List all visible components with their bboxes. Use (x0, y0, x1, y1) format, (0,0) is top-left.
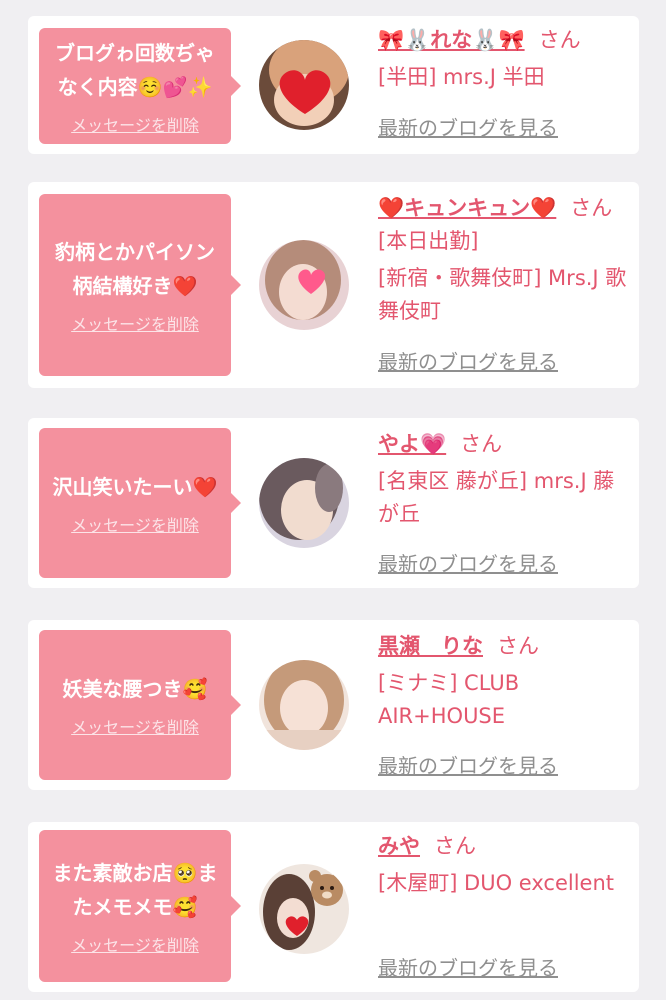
delete-message-link[interactable]: メッセージを削除 (71, 512, 199, 536)
avatar[interactable] (259, 240, 349, 330)
message-text: ブログゎ回数ぢゃなく内容☺️💕✨ (55, 41, 215, 99)
honorific: さん (538, 28, 581, 52)
latest-blog-link[interactable]: 最新のブログを見る (378, 750, 558, 779)
honorific: さん (497, 634, 539, 658)
message-card: 沢山笑いたーい❤️ メッセージを削除 やよ💗 さん [名東区 藤が丘] mrs.J… (28, 418, 639, 588)
latest-blog-link[interactable]: 最新のブログを見る (378, 952, 558, 981)
avatar[interactable] (259, 40, 349, 130)
profile-info: ❤️キュンキュン❤️ さん[本日出勤] [新宿・歌舞伎町] Mrs.J 歌舞伎町 (378, 192, 630, 328)
shop-info: [半田] mrs.J 半田 (378, 65, 545, 89)
message-text: 豹柄とかパイソン柄結構好き❤️ (55, 240, 215, 298)
message-bubble: 沢山笑いたーい❤️ メッセージを削除 (39, 428, 241, 578)
portrait-photo-icon (259, 660, 349, 750)
avatar[interactable] (259, 864, 349, 954)
shop-info: [新宿・歌舞伎町] Mrs.J 歌舞伎町 (378, 266, 627, 323)
profile-info: やよ💗 さん [名東区 藤が丘] mrs.J 藤が丘 (378, 428, 630, 531)
message-card: ブログゎ回数ぢゃなく内容☺️💕✨ メッセージを削除 🎀🐰れな🐰🎀 さん [半田] … (28, 16, 639, 154)
message-card: また素敵お店🥺またメモメモ🥰 メッセージを削除 みや さん [木屋町] DUO e… (28, 822, 639, 992)
heart-emoji-photo-icon (259, 240, 349, 330)
profile-info: みや さん [木屋町] DUO excellent (378, 830, 630, 900)
cast-name-link[interactable]: みや (378, 834, 420, 858)
delete-message-link[interactable]: メッセージを削除 (71, 311, 199, 335)
message-card: 豹柄とかパイソン柄結構好き❤️ メッセージを削除 ❤️キュンキュン❤️ さん[本日… (28, 182, 639, 388)
heart-emoji-photo-icon (259, 40, 349, 130)
delete-message-link[interactable]: メッセージを削除 (71, 932, 199, 956)
avatar[interactable] (259, 660, 349, 750)
honorific: さん (434, 834, 476, 858)
latest-blog-link[interactable]: 最新のブログを見る (378, 112, 558, 141)
message-text: また素敵お店🥺またメモメモ🥰 (52, 861, 218, 919)
message-bubble: また素敵お店🥺またメモメモ🥰 メッセージを削除 (39, 830, 241, 982)
avatar[interactable] (259, 458, 349, 548)
profile-info: 黒瀬 りな さん [ミナミ] CLUB AIR+HOUSE (378, 630, 630, 733)
delete-message-link[interactable]: メッセージを削除 (71, 112, 199, 136)
shop-info: [ミナミ] CLUB AIR+HOUSE (378, 671, 520, 728)
portrait-photo-icon (259, 458, 349, 548)
message-card: 妖美な腰つき🥰 メッセージを削除 黒瀬 りな さん [ミナミ] CLUB AIR+… (28, 620, 639, 790)
honorific: さん (460, 432, 503, 456)
shop-info: [名東区 藤が丘] mrs.J 藤が丘 (378, 469, 615, 526)
delete-message-link[interactable]: メッセージを削除 (71, 714, 199, 738)
message-text: 妖美な腰つき🥰 (62, 677, 208, 701)
cast-name-link[interactable]: やよ💗 (378, 432, 446, 456)
message-bubble: ブログゎ回数ぢゃなく内容☺️💕✨ メッセージを削除 (39, 28, 241, 144)
message-bubble: 豹柄とかパイソン柄結構好き❤️ メッセージを削除 (39, 194, 241, 376)
cast-name-link[interactable]: 黒瀬 りな (378, 634, 483, 658)
profile-info: 🎀🐰れな🐰🎀 さん [半田] mrs.J 半田 (378, 24, 630, 94)
shop-info: [木屋町] DUO excellent (378, 871, 615, 895)
bear-sticker-photo-icon (259, 864, 349, 954)
message-bubble: 妖美な腰つき🥰 メッセージを削除 (39, 630, 241, 780)
cast-name-link[interactable]: 🎀🐰れな🐰🎀 (378, 28, 525, 52)
latest-blog-link[interactable]: 最新のブログを見る (378, 548, 558, 577)
message-text: 沢山笑いたーい❤️ (52, 475, 218, 499)
cast-name-link[interactable]: ❤️キュンキュン❤️ (378, 196, 556, 220)
latest-blog-link[interactable]: 最新のブログを見る (378, 346, 558, 375)
